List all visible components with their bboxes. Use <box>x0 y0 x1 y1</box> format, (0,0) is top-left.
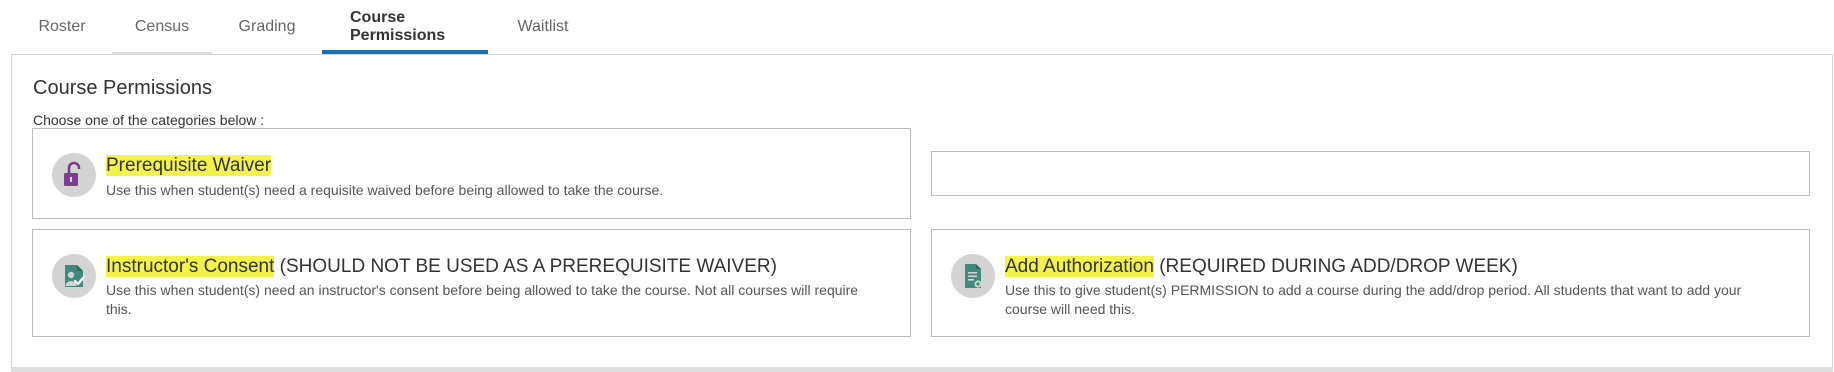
tab-label: Census <box>134 18 190 35</box>
page-title: Course Permissions <box>33 77 212 99</box>
card-description: Use this when student(s) need a requisit… <box>106 182 664 198</box>
tab-course-permissions[interactable]: Course Permissions <box>322 0 488 54</box>
document-add-icon <box>951 254 995 298</box>
tab-waitlist[interactable]: Waitlist <box>488 0 598 54</box>
panel-instructions: Choose one of the categories below : <box>33 112 265 128</box>
empty-card-placeholder <box>931 151 1810 196</box>
tab-label: Grading <box>238 18 296 35</box>
instructors-consent-title: Instructor's Consent <box>106 256 275 277</box>
card-title: Prerequisite Waiver <box>106 155 272 177</box>
panel-bottom-edge <box>11 367 1833 372</box>
tab-grading[interactable]: Grading <box>212 0 322 54</box>
instructors-consent-card[interactable]: Instructor's Consent (SHOULD NOT BE USED… <box>32 229 911 337</box>
unlocked-padlock-icon <box>52 153 96 197</box>
card-description: Use this to give student(s) PERMISSION t… <box>1005 282 1742 317</box>
tab-label: Waitlist <box>517 18 569 35</box>
tab-census[interactable]: Census <box>112 0 212 54</box>
tab-label: Roster <box>38 18 86 35</box>
tab-bar: Roster Census Grading Course Permissions… <box>12 0 598 54</box>
prerequisite-waiver-card[interactable]: Prerequisite Waiver Use this when studen… <box>32 128 911 219</box>
add-authorization-title: Add Authorization <box>1005 256 1154 277</box>
tab-roster[interactable]: Roster <box>12 0 112 54</box>
title-suffix: (SHOULD NOT BE USED AS A PREREQUISITE WA… <box>274 256 777 277</box>
card-title: Add Authorization (REQUIRED DURING ADD/D… <box>1005 256 1518 278</box>
person-check-icon <box>52 254 96 298</box>
prerequisite-waiver-title: Prerequisite Waiver <box>106 155 272 176</box>
card-description: Use this when student(s) need an instruc… <box>106 282 859 317</box>
tab-label: Course Permissions <box>350 9 446 44</box>
add-authorization-card[interactable]: Add Authorization (REQUIRED DURING ADD/D… <box>931 229 1810 337</box>
card-title: Instructor's Consent (SHOULD NOT BE USED… <box>106 256 777 278</box>
title-suffix: (REQUIRED DURING ADD/DROP WEEK) <box>1153 256 1518 277</box>
